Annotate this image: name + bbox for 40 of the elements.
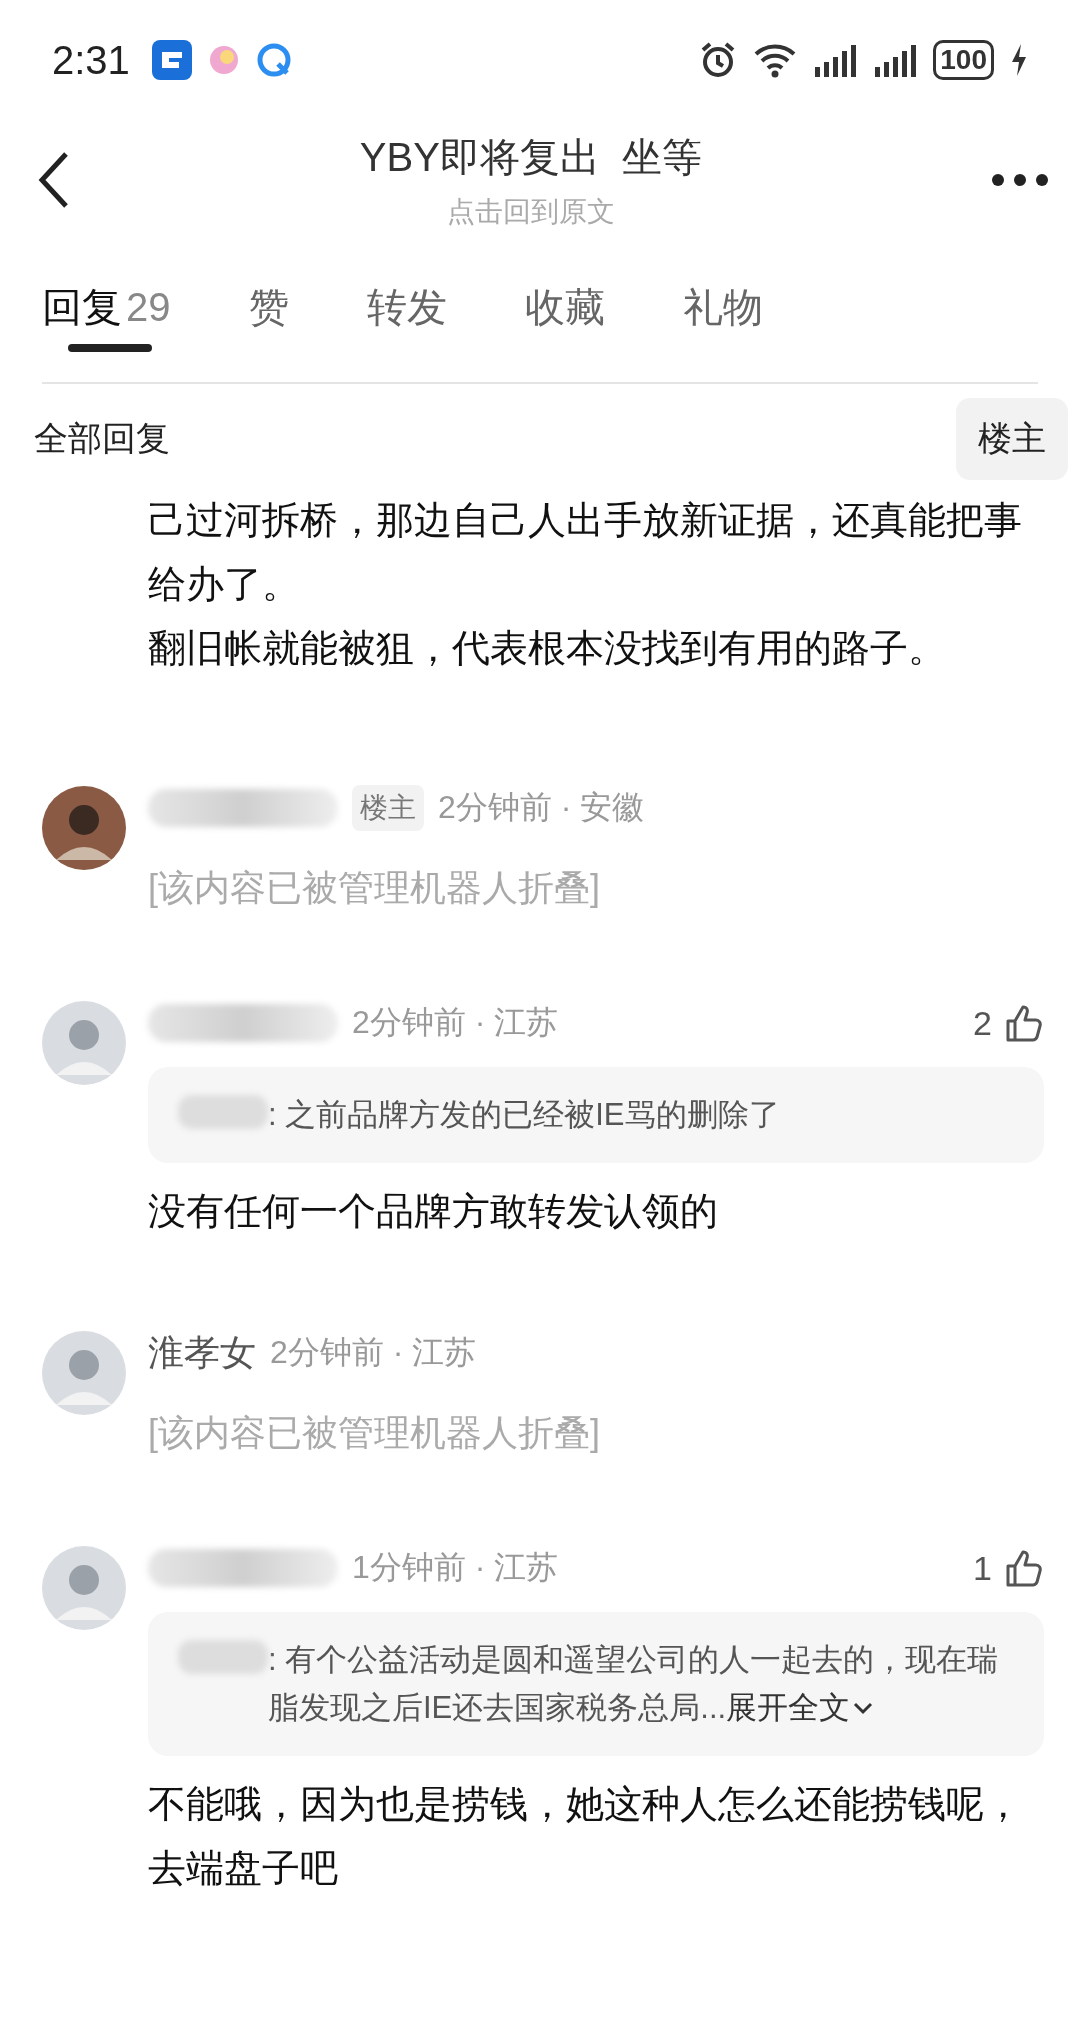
op-filter-button[interactable]: 楼主 (956, 398, 1068, 480)
comment-meta: 2分钟前 · 江苏 (352, 1003, 559, 1042)
wifi-icon (753, 42, 798, 78)
quote-text: : 之前品牌方发的已经被IE骂的删除了 (268, 1096, 780, 1134)
page-title: YBY即将复出 坐等 (359, 133, 703, 181)
battery-level: 100 (933, 40, 994, 80)
quote-text: : 有个公益活动是圆和遥望公司的人一起去的，现在瑞脂发现之后IE还去国家税务总局...展开全文 (268, 1641, 1000, 1727)
comment-meta: 2分钟前 · 安徽 (438, 788, 645, 827)
app-icon (151, 40, 192, 80)
thumbs-up-icon (1004, 1548, 1044, 1588)
tab[interactable]: 赞 (248, 260, 289, 360)
tab[interactable]: 礼物 (682, 260, 763, 360)
comment-text: 翻旧帐就能被狙，代表根本没找到有用的路子。 (148, 626, 947, 671)
quoted-reply[interactable]: : 之前品牌方发的已经被IE骂的删除了 (148, 1067, 1044, 1163)
tab[interactable]: 转发 (366, 260, 447, 360)
folded-notice: [该内容已被管理机器人折叠] (148, 1411, 601, 1455)
thumbs-up-icon (1004, 1003, 1044, 1043)
comment-meta: 1分钟前 · 江苏 (352, 1548, 559, 1587)
avatar[interactable] (42, 786, 126, 870)
more-icon[interactable] (990, 172, 1050, 188)
app-icon (255, 42, 292, 78)
like-button[interactable]: 1 (973, 1548, 1044, 1588)
comment-text: 不能哦，因为也是捞钱，她这种人怎么还能捞钱呢，去端盘子吧 (148, 1782, 1023, 1891)
like-button[interactable]: 2 (973, 1003, 1044, 1043)
user-name[interactable]: 淮孝女 (148, 1328, 256, 1378)
app-icon (207, 44, 240, 76)
quoted-reply[interactable]: : 有个公益活动是圆和遥望公司的人一起去的，现在瑞脂发现之后IE还去国家税务总局...展开全文 (148, 1612, 1044, 1756)
signal-icon (873, 43, 918, 77)
folded-notice: [该内容已被管理机器人折叠] (148, 866, 601, 910)
tab[interactable]: 回复29 (42, 260, 171, 360)
status-time: 2:31 (52, 37, 130, 83)
op-badge: 楼主 (352, 785, 424, 831)
section-label: 全部回复 (34, 418, 170, 459)
comment-meta: 2分钟前 · 江苏 (270, 1333, 477, 1372)
signal-icon (813, 43, 858, 77)
charging-icon (1010, 43, 1028, 77)
expand-link[interactable]: 展开全文 (726, 1690, 877, 1725)
tab[interactable]: 收藏 (524, 260, 605, 360)
comment-text: 己过河拆桥，那边自己人出手放新证据，还真能把事给办了。 (148, 498, 1023, 607)
comment-text: 没有任何一个品牌方敢转发认领的 (148, 1189, 719, 1234)
